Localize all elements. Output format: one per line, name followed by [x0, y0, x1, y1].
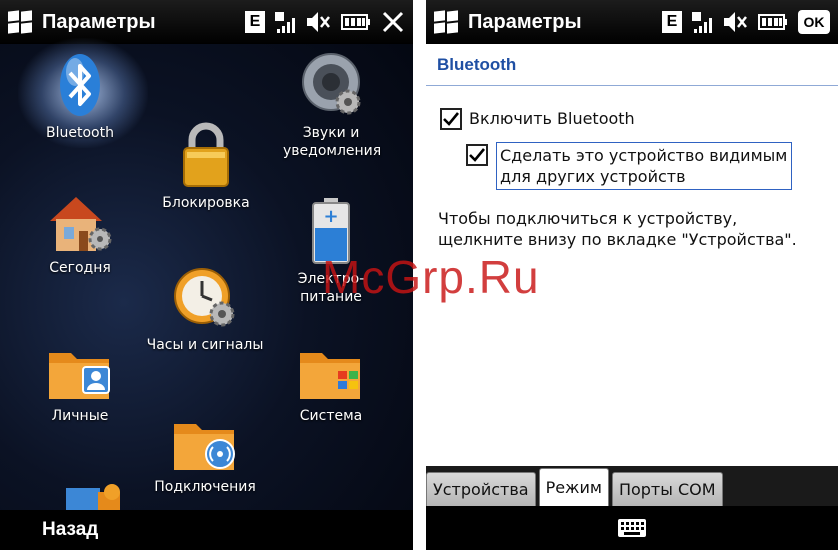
screen-divider	[413, 0, 426, 550]
padlock-icon	[183, 122, 229, 187]
enable-bluetooth-checkbox[interactable]	[440, 108, 462, 130]
title-bar: Параметры E OK	[426, 0, 838, 44]
ok-button[interactable]: OK	[798, 10, 830, 34]
home-gear-icon	[50, 197, 112, 251]
edge-network-icon[interactable]: E	[662, 11, 682, 33]
window-title: Параметры	[42, 10, 156, 33]
status-icons: E	[245, 10, 405, 34]
folder-wireless-icon	[174, 424, 235, 470]
visible-device-checkbox[interactable]	[466, 144, 488, 166]
checkmark-icon	[443, 112, 459, 126]
menu-item-connections[interactable]: Подключения	[140, 416, 270, 496]
windows-start-icon[interactable]	[434, 10, 460, 34]
bluetooth-settings-screen: Параметры E OK Bluetooth Включить Blueto…	[426, 0, 838, 550]
checkmark-icon	[469, 148, 485, 162]
menu-item-sounds[interactable]: Звуки и уведомления	[283, 52, 381, 160]
battery-icon[interactable]	[341, 13, 371, 31]
device-partial-icon	[66, 484, 120, 510]
tab-devices[interactable]: Устройства	[426, 472, 536, 506]
connect-hint: Чтобы подключиться к устройству, щелкнит…	[438, 209, 797, 249]
enable-bluetooth-option[interactable]: Включить Bluetooth	[440, 108, 635, 130]
speaker-gear-icon	[302, 53, 361, 115]
signal-strength-icon[interactable]	[275, 11, 295, 33]
menu-item-system[interactable]: Система	[283, 345, 379, 425]
window-title: Параметры	[468, 10, 582, 33]
svg-text:+: +	[323, 206, 338, 227]
battery-power-icon: +	[312, 198, 350, 264]
tab-com-ports[interactable]: Порты COM	[611, 472, 723, 506]
menu-item-clock[interactable]: Часы и сигналы	[140, 266, 270, 354]
speaker-muted-icon[interactable]	[305, 10, 331, 34]
settings-screen: Параметры E Bluetooth Звуки и уведомлени…	[0, 0, 413, 550]
menu-item-bluetooth[interactable]: Bluetooth	[30, 52, 130, 142]
menu-item-today[interactable]: Сегодня	[30, 193, 130, 277]
back-button[interactable]: Назад	[42, 519, 98, 541]
enable-bluetooth-label: Включить Bluetooth	[469, 109, 635, 128]
edge-network-icon[interactable]: E	[245, 11, 265, 33]
menu-item-personal[interactable]: Личные	[30, 345, 130, 425]
tab-mode[interactable]: Режим	[538, 468, 609, 506]
tab-strip: Устройства Режим Порты COM	[426, 466, 838, 506]
speaker-muted-icon[interactable]	[722, 10, 748, 34]
soft-key-bar	[426, 506, 838, 550]
section-title: Bluetooth	[426, 44, 838, 86]
signal-strength-icon[interactable]	[692, 11, 712, 33]
visible-device-label: Сделать это устройство видимым для други…	[496, 142, 793, 190]
menu-item-lock[interactable]: Блокировка	[158, 120, 254, 212]
status-icons: E OK	[662, 10, 830, 34]
menu-item-power[interactable]: + Электро- питание	[283, 198, 379, 306]
folder-windows-icon	[300, 353, 360, 399]
bluetooth-icon	[60, 54, 100, 116]
battery-icon[interactable]	[758, 13, 788, 31]
clock-gear-icon	[174, 268, 235, 327]
folder-contact-icon	[49, 353, 110, 399]
visible-device-option[interactable]: Сделать это устройство видимым для други…	[466, 142, 793, 190]
close-icon[interactable]	[381, 10, 405, 34]
soft-key-bar: Назад	[0, 510, 413, 550]
windows-start-icon[interactable]	[8, 10, 34, 34]
keyboard-icon[interactable]	[617, 518, 647, 538]
